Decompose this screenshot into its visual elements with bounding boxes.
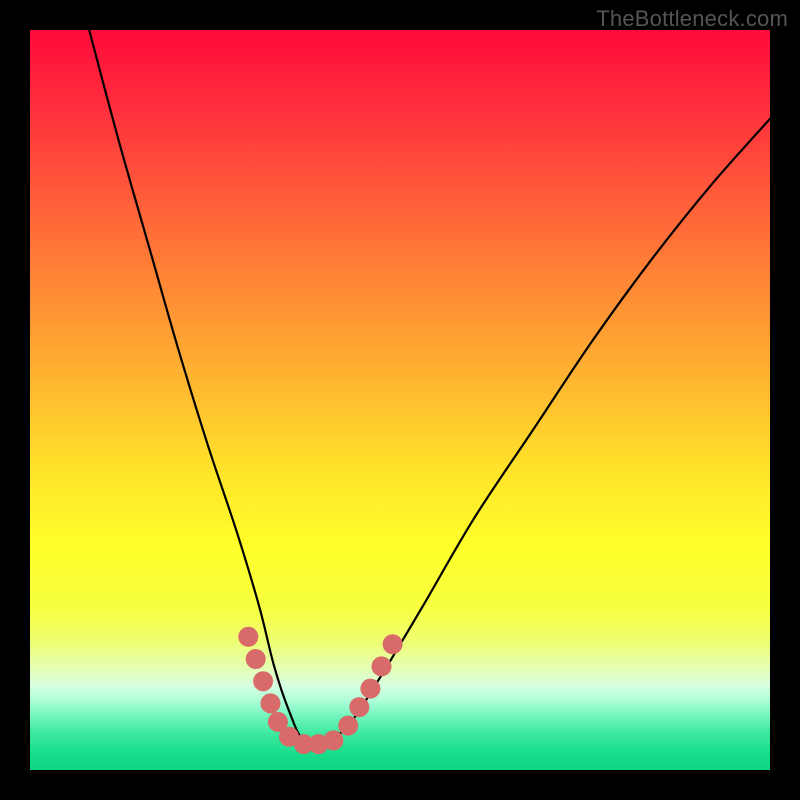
curve-marker-dot (383, 634, 403, 654)
curve-marker-dot (323, 730, 343, 750)
curve-marker-dot (360, 679, 380, 699)
curve-marker-dot (372, 656, 392, 676)
curve-marker-dot (338, 716, 358, 736)
curve-marker-dot (238, 627, 258, 647)
curve-marker-dot (261, 693, 281, 713)
gradient-background (30, 30, 770, 770)
curve-marker-dot (253, 671, 273, 691)
curve-marker-dot (349, 697, 369, 717)
watermark-label: TheBottleneck.com (596, 6, 788, 32)
chart-svg (30, 30, 770, 770)
chart-area (30, 30, 770, 770)
curve-marker-dot (246, 649, 266, 669)
